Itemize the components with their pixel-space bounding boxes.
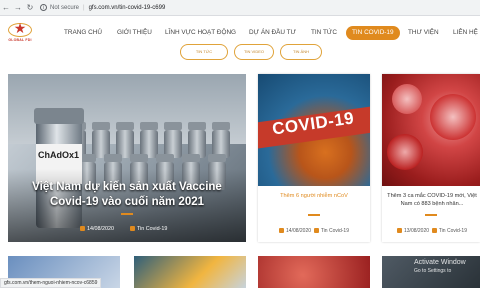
article-title[interactable]: Thêm 3 ca mắc COVID-19 mới, Việt Nam có … bbox=[386, 192, 478, 208]
article-meta: 13/08/2020 Tin Covid-19 bbox=[386, 228, 478, 234]
article-category[interactable]: Tin Covid-19 bbox=[439, 228, 467, 234]
feature-category-text[interactable]: Tin Covid-19 bbox=[137, 226, 167, 232]
logo-text: GLOBAL FDI bbox=[8, 38, 32, 42]
url-text[interactable]: gfs.com.vn/tin-covid-19-c699 bbox=[89, 5, 166, 11]
site-logo[interactable]: ★ GLOBAL FDI bbox=[6, 21, 34, 47]
calendar-icon bbox=[80, 226, 85, 232]
feature-date-text: 14/08/2020 bbox=[87, 226, 114, 232]
article-date: 13/08/2020 bbox=[404, 228, 430, 234]
menu-item-news[interactable]: TIN TỨC bbox=[311, 26, 337, 40]
star-icon: ★ bbox=[13, 20, 27, 36]
subtab-photo[interactable]: TIN ẢNH bbox=[280, 44, 322, 60]
article-card[interactable]: Thêm 3 ca mắc COVID-19 mới, Việt Nam có … bbox=[382, 74, 480, 242]
menu-item-covid[interactable]: TIN COVID-19 bbox=[346, 26, 400, 40]
menu-item-home[interactable]: TRANG CHỦ bbox=[64, 26, 102, 40]
back-icon[interactable]: ← bbox=[0, 3, 12, 12]
feature-image[interactable]: ChAdOx1 bbox=[8, 74, 246, 242]
tag-icon bbox=[431, 228, 437, 234]
title-underline bbox=[308, 214, 320, 216]
article-card[interactable] bbox=[134, 256, 246, 288]
article-date: 14/08/2020 bbox=[286, 228, 312, 234]
article-title[interactable]: Thêm 6 người nhiễm nCoV bbox=[262, 192, 366, 200]
forward-icon[interactable]: → bbox=[12, 3, 24, 12]
security-label: Not secure bbox=[50, 4, 80, 11]
tag-icon bbox=[130, 226, 135, 232]
info-icon[interactable]: i bbox=[40, 4, 47, 11]
feature-date: 14/08/2020 bbox=[80, 226, 114, 232]
title-underline bbox=[121, 213, 133, 215]
feature-title[interactable]: Việt Nam dự kiến sản xuất Vaccine Covid-… bbox=[8, 180, 246, 210]
tag-icon bbox=[313, 228, 319, 234]
menu-item-contact[interactable]: LIÊN HỆ bbox=[453, 26, 478, 40]
menu-item-about[interactable]: GIỚI THIỆU bbox=[117, 26, 152, 40]
watermark-line1: Activate Window bbox=[414, 259, 466, 266]
calendar-icon bbox=[279, 228, 284, 234]
subtab-video[interactable]: TIN VIDEO bbox=[234, 44, 274, 60]
article-image[interactable]: COVID-19 bbox=[258, 74, 370, 186]
windows-watermark: Activate Window Go to Settings to bbox=[414, 258, 466, 276]
article-meta: 14/08/2020 Tin Covid-19 bbox=[262, 228, 366, 234]
subtab-news[interactable]: TIN TỨC bbox=[180, 44, 228, 60]
reload-icon[interactable]: ↻ bbox=[24, 3, 36, 12]
vial-label: ChAdOx1 bbox=[38, 150, 80, 160]
menu-item-projects[interactable]: DỰ ÁN ĐẦU TƯ bbox=[249, 26, 296, 40]
menu-item-library[interactable]: THƯ VIỆN bbox=[408, 26, 439, 40]
calendar-icon bbox=[397, 228, 402, 234]
divider: | bbox=[83, 4, 85, 11]
article-category[interactable]: Tin Covid-19 bbox=[321, 228, 349, 234]
article-image[interactable] bbox=[382, 74, 480, 186]
feature-category[interactable]: Tin Covid-19 bbox=[130, 226, 167, 232]
watermark-line2: Go to Settings to bbox=[414, 268, 452, 274]
title-underline bbox=[425, 214, 437, 216]
article-card[interactable]: COVID-19 Thêm 6 người nhiễm nCoV 14/08/2… bbox=[258, 74, 370, 242]
status-url: gfs.com.vn/them-nguoi-nhiem-ncov-c6859 bbox=[0, 278, 102, 288]
article-card[interactable] bbox=[258, 256, 370, 288]
menu-item-fields[interactable]: LĨNH VỰC HOẠT ĐỘNG bbox=[165, 26, 236, 40]
address-bar[interactable]: ← → ↻ i Not secure | gfs.com.vn/tin-covi… bbox=[0, 0, 480, 16]
